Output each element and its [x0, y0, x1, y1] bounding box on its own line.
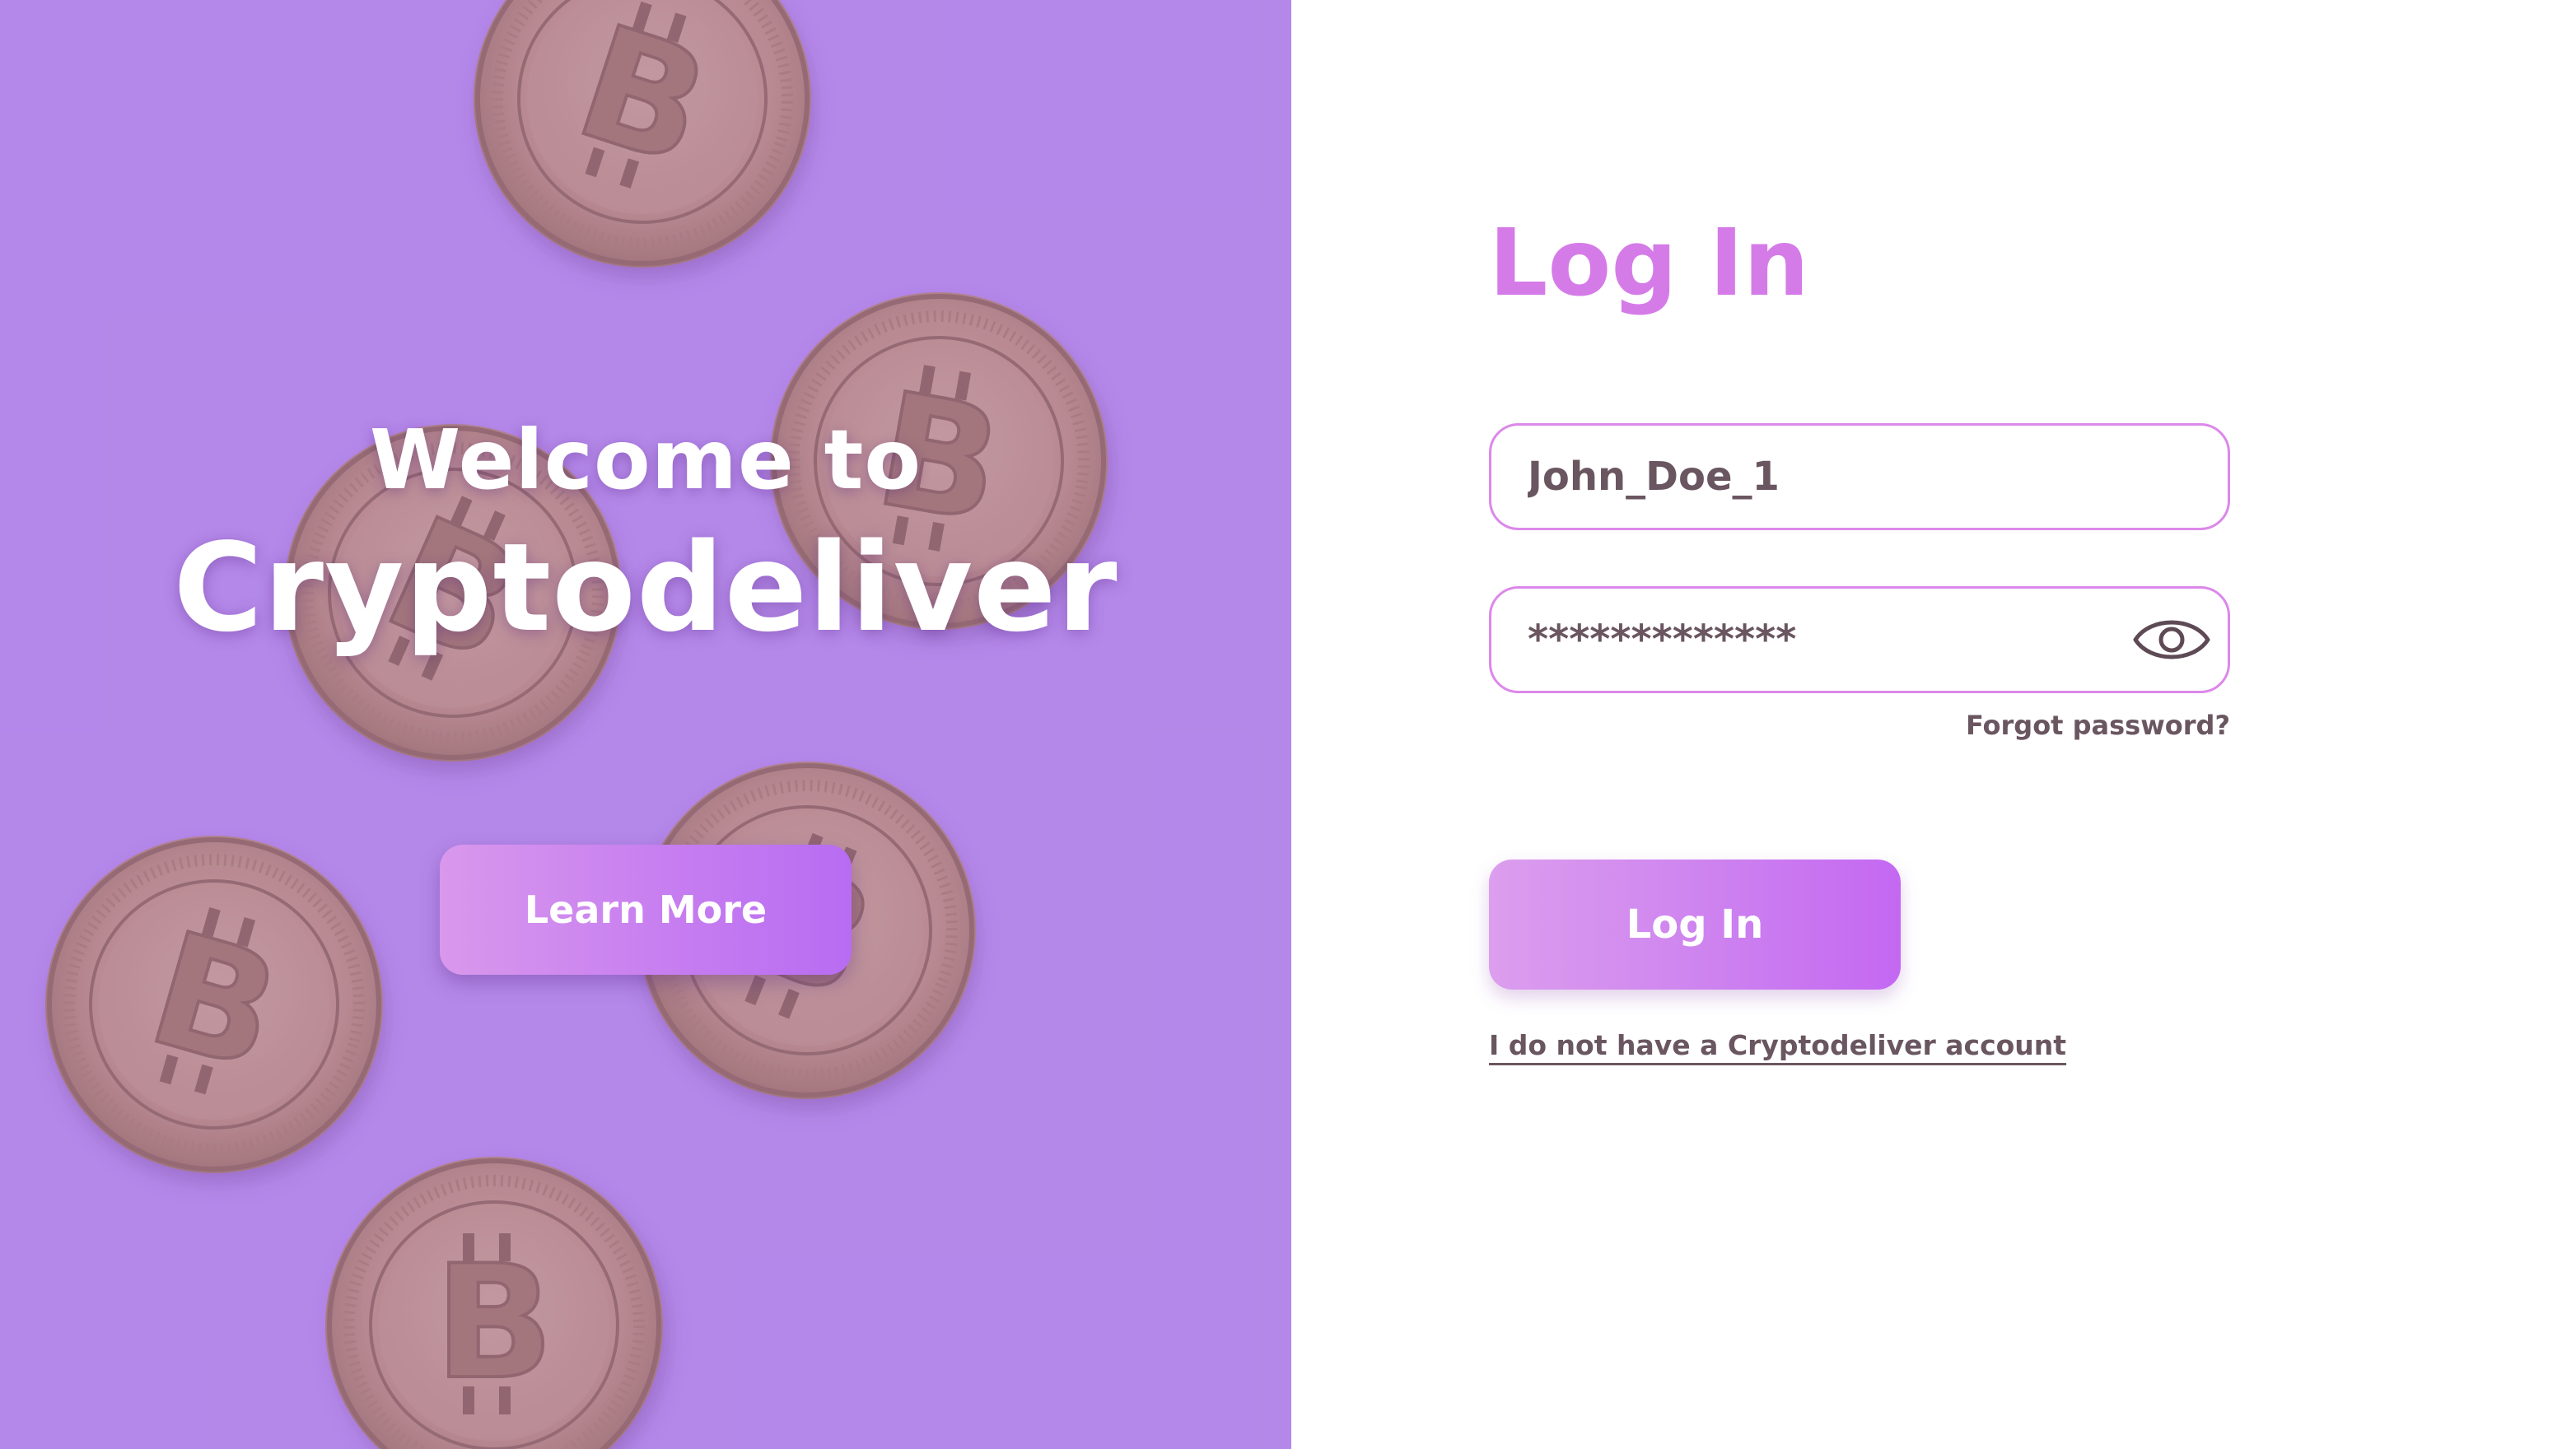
forgot-password-link[interactable]: Forgot password?: [1489, 710, 2230, 741]
no-account-signup-link[interactable]: I do not have a Cryptodeliver account: [1489, 1029, 2066, 1061]
learn-more-button[interactable]: Learn More: [440, 845, 852, 975]
username-input[interactable]: [1528, 426, 2154, 528]
eye-icon[interactable]: [2130, 607, 2213, 673]
login-page: B Welcome to Cryptodeliver Learn More Lo…: [0, 0, 2576, 1449]
log-in-button[interactable]: Log In: [1489, 860, 1901, 990]
login-form-panel: Log In Forgot password? Log In I do not …: [1291, 0, 2576, 1449]
password-input[interactable]: [1528, 589, 2154, 691]
password-field[interactable]: [1489, 586, 2230, 693]
page-title: Log In: [1489, 210, 1809, 317]
brand-name: Cryptodeliver: [173, 517, 1118, 659]
username-field[interactable]: [1489, 423, 2230, 530]
hero-panel: B Welcome to Cryptodeliver Learn More: [0, 0, 1291, 1449]
welcome-text: Welcome to: [369, 412, 922, 508]
hero-tint-overlay: [0, 0, 1291, 1449]
